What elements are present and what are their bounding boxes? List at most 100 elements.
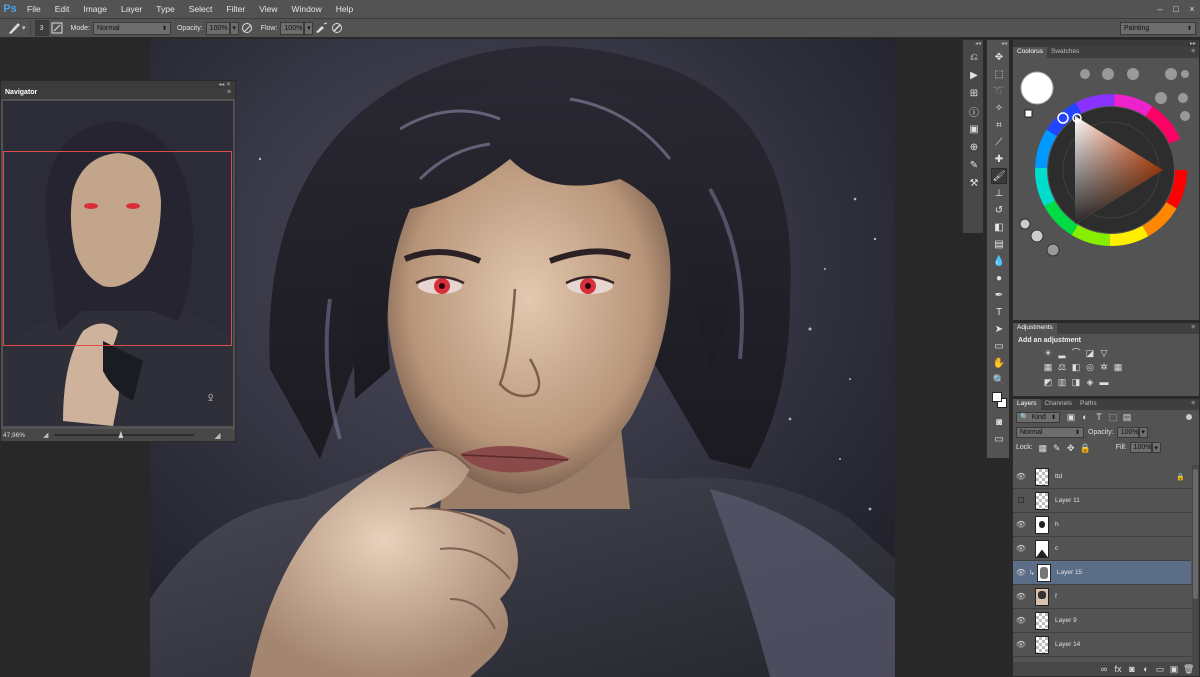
blend-mode-select[interactable]: Normal ⬍ bbox=[1016, 426, 1084, 438]
visibility-eye-icon[interactable]: 👁 bbox=[1013, 544, 1029, 553]
panel-menu-icon[interactable]: ≡ bbox=[1187, 399, 1199, 410]
zoom-slider[interactable] bbox=[54, 431, 195, 438]
posterize-icon[interactable]: ▥ bbox=[1057, 377, 1067, 387]
visibility-eye-icon[interactable]: 👁 bbox=[1013, 472, 1029, 481]
lock-all-icon[interactable]: 🔒 bbox=[1080, 443, 1091, 453]
tab-channels[interactable]: Channels bbox=[1041, 399, 1076, 410]
airbrush-icon[interactable] bbox=[313, 21, 329, 35]
layer-row[interactable]: 👁 h bbox=[1013, 513, 1191, 537]
visibility-eye-icon[interactable]: 👁 bbox=[1013, 568, 1029, 577]
tab-swatches[interactable]: Swatches bbox=[1047, 47, 1083, 58]
navigator-tab[interactable]: Navigator ≡ bbox=[1, 88, 235, 99]
color-balance-icon[interactable]: ⚖ bbox=[1057, 362, 1067, 372]
document-canvas[interactable] bbox=[150, 39, 895, 677]
type-tool-icon[interactable]: T bbox=[991, 304, 1007, 320]
tab-adjustments[interactable]: Adjustments bbox=[1013, 323, 1057, 334]
actions-icon[interactable]: ▶ bbox=[966, 67, 982, 83]
new-adjustment-layer-icon[interactable]: ◐ bbox=[1141, 664, 1151, 674]
zoom-out-icon[interactable]: ◢ bbox=[43, 431, 48, 439]
filter-smart-object-icon[interactable]: ▤ bbox=[1122, 412, 1132, 422]
levels-icon[interactable]: ▂ bbox=[1057, 348, 1067, 358]
layer-row[interactable]: 👁 f bbox=[1013, 585, 1191, 609]
pressure-opacity-icon[interactable] bbox=[239, 21, 255, 35]
menu-edit[interactable]: Edit bbox=[48, 4, 77, 14]
layer-comps-icon[interactable]: ▣ bbox=[966, 121, 982, 137]
channel-mixer-icon[interactable]: ✲ bbox=[1099, 362, 1109, 372]
menu-image[interactable]: Image bbox=[76, 4, 114, 14]
scrollbar-thumb[interactable] bbox=[1193, 469, 1198, 599]
minimize-button[interactable]: – bbox=[1152, 4, 1168, 14]
vibrance-icon[interactable]: ▽ bbox=[1099, 348, 1109, 358]
menu-layer[interactable]: Layer bbox=[114, 4, 149, 14]
layer-row[interactable]: Layer 11 bbox=[1013, 489, 1191, 513]
color-swatches[interactable] bbox=[990, 390, 1007, 412]
opacity-field[interactable]: 100% bbox=[205, 21, 230, 35]
brush-panel-icon[interactable] bbox=[49, 21, 65, 35]
lock-position-icon[interactable]: ✥ bbox=[1066, 443, 1076, 453]
view-proxy-rectangle[interactable] bbox=[3, 151, 232, 346]
history-brush-tool-icon[interactable]: ↺ bbox=[991, 202, 1007, 218]
visibility-eye-icon[interactable]: 👁 bbox=[1013, 592, 1029, 601]
gradient-map-icon[interactable]: ▬ bbox=[1099, 377, 1109, 387]
panel-collapse-bar[interactable]: ◂◂ ✕ bbox=[1, 81, 235, 88]
add-mask-icon[interactable]: ◙ bbox=[1127, 664, 1137, 674]
layer-row[interactable]: 👁 Layer 14 bbox=[1013, 633, 1191, 657]
fill-dropdown[interactable]: ▾ bbox=[1151, 442, 1161, 453]
dodge-tool-icon[interactable]: ● bbox=[991, 270, 1007, 286]
layer-opacity-field[interactable]: 100% bbox=[1116, 426, 1139, 438]
filter-toggle[interactable] bbox=[1186, 414, 1192, 420]
clone-source-icon[interactable]: ⊕ bbox=[966, 139, 982, 155]
layer-style-icon[interactable]: fx bbox=[1113, 664, 1123, 674]
quick-select-tool-icon[interactable]: ✧ bbox=[991, 100, 1007, 116]
tab-layers[interactable]: Layers bbox=[1013, 399, 1041, 410]
foreground-color-swatch[interactable] bbox=[992, 392, 1002, 402]
new-group-icon[interactable]: ▭ bbox=[1155, 664, 1165, 674]
lasso-tool-icon[interactable]: ➰ bbox=[991, 83, 1007, 99]
hand-tool-icon[interactable]: ✋ bbox=[991, 355, 1007, 371]
fill-field[interactable]: 100% bbox=[1129, 442, 1152, 453]
info-icon[interactable]: ⓘ bbox=[966, 103, 982, 119]
flow-dropdown[interactable]: ▾ bbox=[304, 21, 314, 35]
mode-select[interactable]: Normal ⬍ bbox=[92, 21, 171, 35]
invert-icon[interactable]: ◩ bbox=[1043, 377, 1053, 387]
path-select-tool-icon[interactable]: ➤ bbox=[991, 321, 1007, 337]
tab-paths[interactable]: Paths bbox=[1076, 399, 1101, 410]
eraser-tool-icon[interactable]: ◧ bbox=[991, 219, 1007, 235]
zoom-field[interactable]: 47,96% bbox=[3, 432, 43, 439]
color-wheel[interactable] bbox=[1013, 58, 1199, 320]
black-white-icon[interactable]: ◧ bbox=[1071, 362, 1081, 372]
flow-field[interactable]: 100% bbox=[280, 21, 305, 35]
clone-stamp-tool-icon[interactable]: ⊥ bbox=[991, 185, 1007, 201]
selective-color-icon[interactable]: ◈ bbox=[1085, 377, 1095, 387]
menu-file[interactable]: File bbox=[20, 4, 48, 14]
eyedropper-tool-icon[interactable]: ⟋ bbox=[991, 134, 1007, 150]
menu-select[interactable]: Select bbox=[182, 4, 220, 14]
panel-menu-icon[interactable]: ≡ bbox=[1187, 323, 1199, 334]
filter-pixel-icon[interactable]: ▣ bbox=[1066, 412, 1076, 422]
pen-tool-icon[interactable]: ✒ bbox=[991, 287, 1007, 303]
filter-adjustment-icon[interactable]: ◐ bbox=[1080, 412, 1090, 422]
layer-opacity-dropdown[interactable]: ▾ bbox=[1138, 426, 1148, 438]
lock-pixels-icon[interactable]: ✎ bbox=[1052, 443, 1062, 453]
brush-presets-icon[interactable]: ✎ bbox=[966, 157, 982, 173]
threshold-icon[interactable]: ◨ bbox=[1071, 377, 1081, 387]
close-button[interactable]: × bbox=[1184, 4, 1200, 14]
tool-presets-icon[interactable]: ⚒ bbox=[966, 175, 982, 191]
menu-filter[interactable]: Filter bbox=[219, 4, 252, 14]
lock-transparent-icon[interactable]: ▦ bbox=[1038, 443, 1048, 453]
quick-mask-icon[interactable]: ◙ bbox=[991, 414, 1007, 430]
panel-menu-icon[interactable]: ≡ bbox=[1187, 47, 1199, 58]
filter-type-icon[interactable]: T bbox=[1094, 412, 1104, 422]
filter-kind-select[interactable]: 🔍 Kind ⬍ bbox=[1016, 411, 1060, 423]
filter-shape-icon[interactable]: ⬚ bbox=[1108, 412, 1118, 422]
properties-icon[interactable]: ⊞ bbox=[966, 85, 982, 101]
link-layers-icon[interactable]: ∞ bbox=[1099, 664, 1109, 674]
pressure-size-icon[interactable] bbox=[329, 21, 345, 35]
layers-scrollbar[interactable] bbox=[1192, 465, 1199, 662]
zoom-in-icon[interactable]: ◢ bbox=[214, 431, 220, 440]
layer-row[interactable]: 👁 ttd 🔒 bbox=[1013, 465, 1191, 489]
layer-row[interactable]: 👁 ↳ Layer 15 bbox=[1013, 561, 1191, 585]
menu-help[interactable]: Help bbox=[329, 4, 360, 14]
photo-filter-icon[interactable]: ◎ bbox=[1085, 362, 1095, 372]
chevron-down-icon[interactable]: ▾ bbox=[22, 24, 26, 32]
